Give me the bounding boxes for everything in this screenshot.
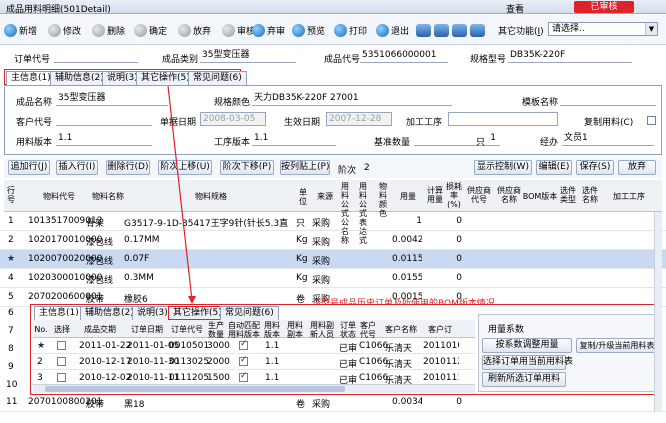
adjust-by-factor-button[interactable]: 按系数调整用量 — [482, 338, 572, 353]
select-checkbox[interactable] — [57, 357, 66, 366]
history-grid-header: No. 选择 成品交期 订单日期 订单代号 生产数量 自动匹配用料版本 用料版本… — [33, 320, 475, 339]
popup-tab-other-ops[interactable]: 其它操作(5) — [168, 306, 227, 320]
history-row[interactable]: ★ 2011-01-22 2011-01-05 0010501 3000 1.1… — [33, 338, 475, 354]
auto-match-checkbox[interactable] — [239, 371, 248, 382]
popup-tab-aux-info[interactable]: 辅助信息(2) — [80, 306, 139, 320]
popup-tab-faq[interactable]: 常见问题(6) — [220, 306, 279, 320]
refresh-orders-bom-button[interactable]: 刷新所选订单用料 — [482, 372, 566, 387]
history-row[interactable]: 3 2010-12-02 2010-11-11 0111205 1500 1.1… — [33, 370, 475, 384]
select-checkbox[interactable] — [57, 341, 66, 350]
auto-match-checkbox[interactable] — [239, 355, 248, 366]
popup-tab-main-info[interactable]: 主信息(1) — [34, 306, 84, 320]
history-horizontal-scrollbar[interactable] — [33, 384, 475, 393]
grid-vertical-scrollbar[interactable] — [654, 212, 662, 412]
copy-upgrade-bom-button[interactable]: 复制/升级当前用料表 — [576, 338, 658, 353]
select-checkbox[interactable] — [57, 373, 66, 382]
auto-match-checkbox[interactable] — [239, 339, 248, 350]
usage-factor-title: 用量系数 — [488, 325, 525, 335]
scrollbar-thumb[interactable] — [45, 386, 345, 392]
current-row-star-icon: ★ — [37, 341, 46, 351]
apply-bom-to-orders-button[interactable]: 选择订单用当前用料表 — [482, 355, 573, 370]
popup-tab-notes[interactable]: 说明(3) — [132, 306, 173, 320]
history-row[interactable]: 2 2010-12-17 2010-11-30 0113025 2000 1.1… — [33, 354, 475, 370]
